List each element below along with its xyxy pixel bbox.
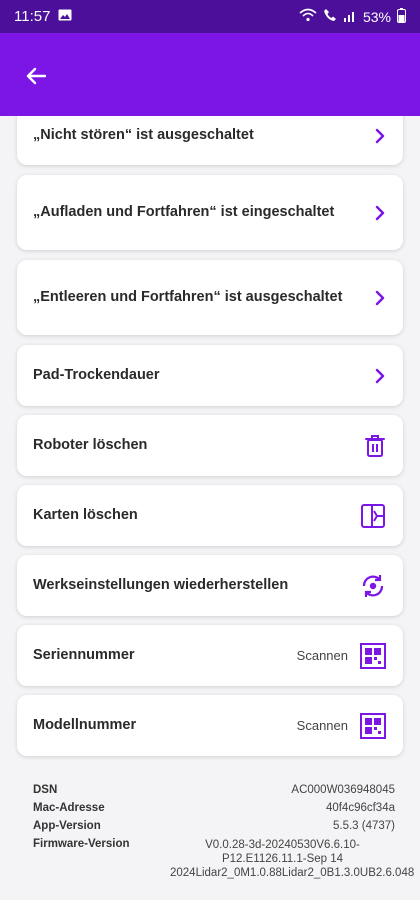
setting-label: Pad-Trockendauer [33, 367, 160, 383]
setting-charge-resume[interactable]: „Aufladen und Fortfahren“ ist eingeschal… [17, 175, 403, 250]
setting-empty-resume[interactable]: „Entleeren und Fortfahren“ ist ausgescha… [17, 260, 403, 335]
signal-icon [343, 9, 357, 25]
qr-code-icon[interactable] [360, 712, 386, 739]
setting-delete-robot[interactable]: Roboter löschen [17, 415, 403, 476]
firmware-row: Firmware-Version V0.0.28-3d-20240530V6.6… [33, 838, 415, 880]
firmware-value: V0.0.28-3d-20240530V6.6.10-P12.E1126.11.… [170, 839, 415, 879]
setting-pad-drying[interactable]: Pad-Trockendauer [17, 345, 403, 406]
chevron-right-icon [374, 128, 386, 144]
scan-link[interactable]: Scannen [297, 648, 348, 663]
setting-label: Werkseinstellungen wiederherstellen [33, 577, 289, 593]
call-icon [323, 8, 337, 25]
reset-icon [360, 573, 386, 599]
setting-label: Seriennummer [33, 647, 135, 663]
chevron-right-icon [374, 368, 386, 384]
wifi-icon [299, 8, 317, 25]
trash-icon [364, 434, 386, 458]
settings-list: „Nicht stören“ ist ausgeschaltet „Auflad… [0, 116, 420, 900]
setting-label: „Nicht stören“ ist ausgeschaltet [33, 127, 254, 143]
battery-percent: 53% [362, 8, 391, 25]
setting-serial-number[interactable]: Seriennummer Scannen [17, 625, 403, 686]
setting-label: Karten löschen [33, 507, 138, 523]
setting-label: Modellnummer [33, 717, 137, 733]
dsn-row: DSN AC000W036948045 [33, 784, 395, 796]
app-version-row: App-Version 5.5.3 (4737) [33, 820, 395, 832]
image-icon [58, 8, 72, 25]
setting-delete-maps[interactable]: Karten löschen [17, 485, 403, 546]
setting-factory-reset[interactable]: Werkseinstellungen wiederherstellen [17, 555, 403, 616]
setting-do-not-disturb[interactable]: „Nicht stören“ ist ausgeschaltet [17, 116, 403, 165]
mac-row: Mac-Adresse 40f4c96cf34a [33, 802, 395, 814]
firmware-label: Firmware-Version [33, 838, 130, 850]
qr-code-icon[interactable] [360, 642, 386, 669]
back-button[interactable] [22, 64, 50, 92]
dsn-value: AC000W036948045 [291, 784, 395, 796]
app-version-label: App-Version [33, 820, 101, 832]
battery-icon [397, 7, 406, 26]
app-bar [0, 33, 420, 116]
app-version-value: 5.5.3 (4737) [332, 820, 395, 832]
chevron-right-icon [374, 205, 386, 221]
setting-model-number[interactable]: Modellnummer Scannen [17, 695, 403, 756]
chevron-right-icon [374, 290, 386, 306]
setting-label: „Aufladen und Fortfahren“ ist eingeschal… [33, 204, 335, 220]
device-info: DSN AC000W036948045 Mac-Adresse 40f4c96c… [33, 784, 415, 886]
status-bar: 11:57 53% [0, 0, 420, 33]
dsn-label: DSN [33, 784, 58, 796]
arrow-left-icon [26, 67, 47, 90]
clock: 11:57 [14, 8, 51, 25]
setting-label: „Entleeren und Fortfahren“ ist ausgescha… [33, 289, 343, 305]
scan-link[interactable]: Scannen [297, 718, 348, 733]
setting-label: Roboter löschen [33, 437, 148, 453]
mac-label: Mac-Adresse [33, 802, 105, 814]
map-delete-icon [360, 503, 386, 529]
mac-value: 40f4c96cf34a [325, 802, 395, 814]
